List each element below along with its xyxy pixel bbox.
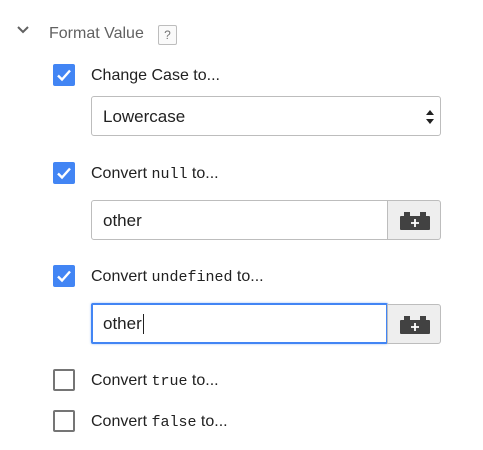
convert-undefined-checkbox[interactable] xyxy=(53,265,75,287)
variable-brick-icon xyxy=(400,316,430,334)
change-case-checkbox[interactable] xyxy=(53,64,75,86)
variable-brick-icon xyxy=(400,212,430,230)
checkmark-icon xyxy=(57,167,71,180)
checkmark-icon xyxy=(57,69,71,82)
checkmark-icon xyxy=(57,270,71,283)
text-caret xyxy=(143,314,144,334)
null-variable-button[interactable] xyxy=(387,200,441,240)
section-title: Format Value xyxy=(49,25,144,42)
convert-false-label: Convert false to... xyxy=(91,413,228,431)
undefined-variable-button[interactable] xyxy=(387,304,441,344)
convert-null-label: Convert null to... xyxy=(91,165,219,183)
convert-true-checkbox[interactable] xyxy=(53,369,75,391)
help-button[interactable]: ? xyxy=(158,25,177,45)
undefined-value-input[interactable]: other xyxy=(91,303,388,344)
case-select[interactable]: Lowercase xyxy=(91,96,441,136)
null-value-input[interactable]: other xyxy=(91,200,388,240)
convert-null-checkbox[interactable] xyxy=(53,162,75,184)
convert-false-checkbox[interactable] xyxy=(53,410,75,432)
change-case-label: Change Case to... xyxy=(91,67,220,84)
select-arrows-icon xyxy=(426,110,434,124)
case-select-value: Lowercase xyxy=(103,107,186,126)
undefined-value-text: other xyxy=(103,314,142,333)
convert-undefined-label: Convert undefined to... xyxy=(91,268,264,286)
null-value-text: other xyxy=(103,211,142,230)
chevron-down-icon[interactable] xyxy=(13,20,33,40)
convert-true-label: Convert true to... xyxy=(91,372,219,390)
